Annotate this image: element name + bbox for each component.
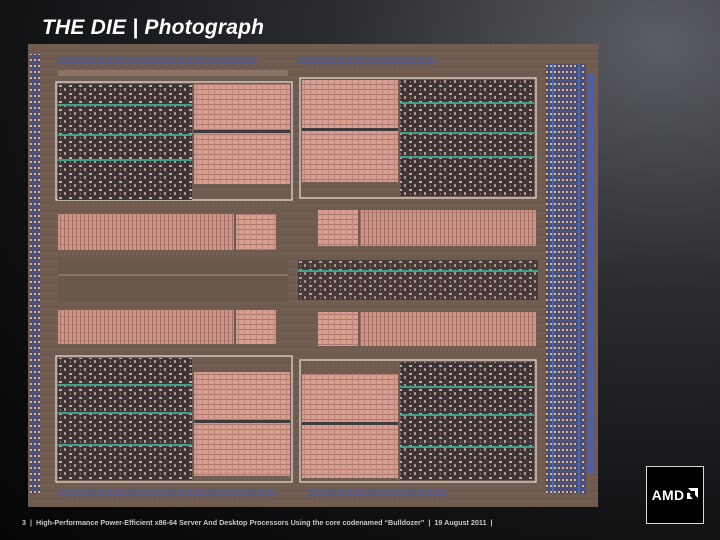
- slide-footer: 3 | High-Performance Power-Efficient x86-6…: [22, 518, 497, 527]
- presentation-title: High-Performance Power-Efficient x86-64 …: [36, 518, 425, 527]
- footer-separator: |: [490, 518, 493, 527]
- slide-title: THE DIE | Photograph: [42, 16, 265, 39]
- logo-text: AMD: [651, 487, 685, 503]
- presentation-date: 19 August 2011: [434, 518, 487, 527]
- amd-arrow-icon: [686, 487, 699, 503]
- amd-logo: AMD: [646, 466, 704, 524]
- die-photograph: [28, 44, 598, 507]
- footer-separator: |: [428, 518, 431, 527]
- die-photograph-icon: [28, 44, 598, 507]
- footer-separator: |: [30, 518, 33, 527]
